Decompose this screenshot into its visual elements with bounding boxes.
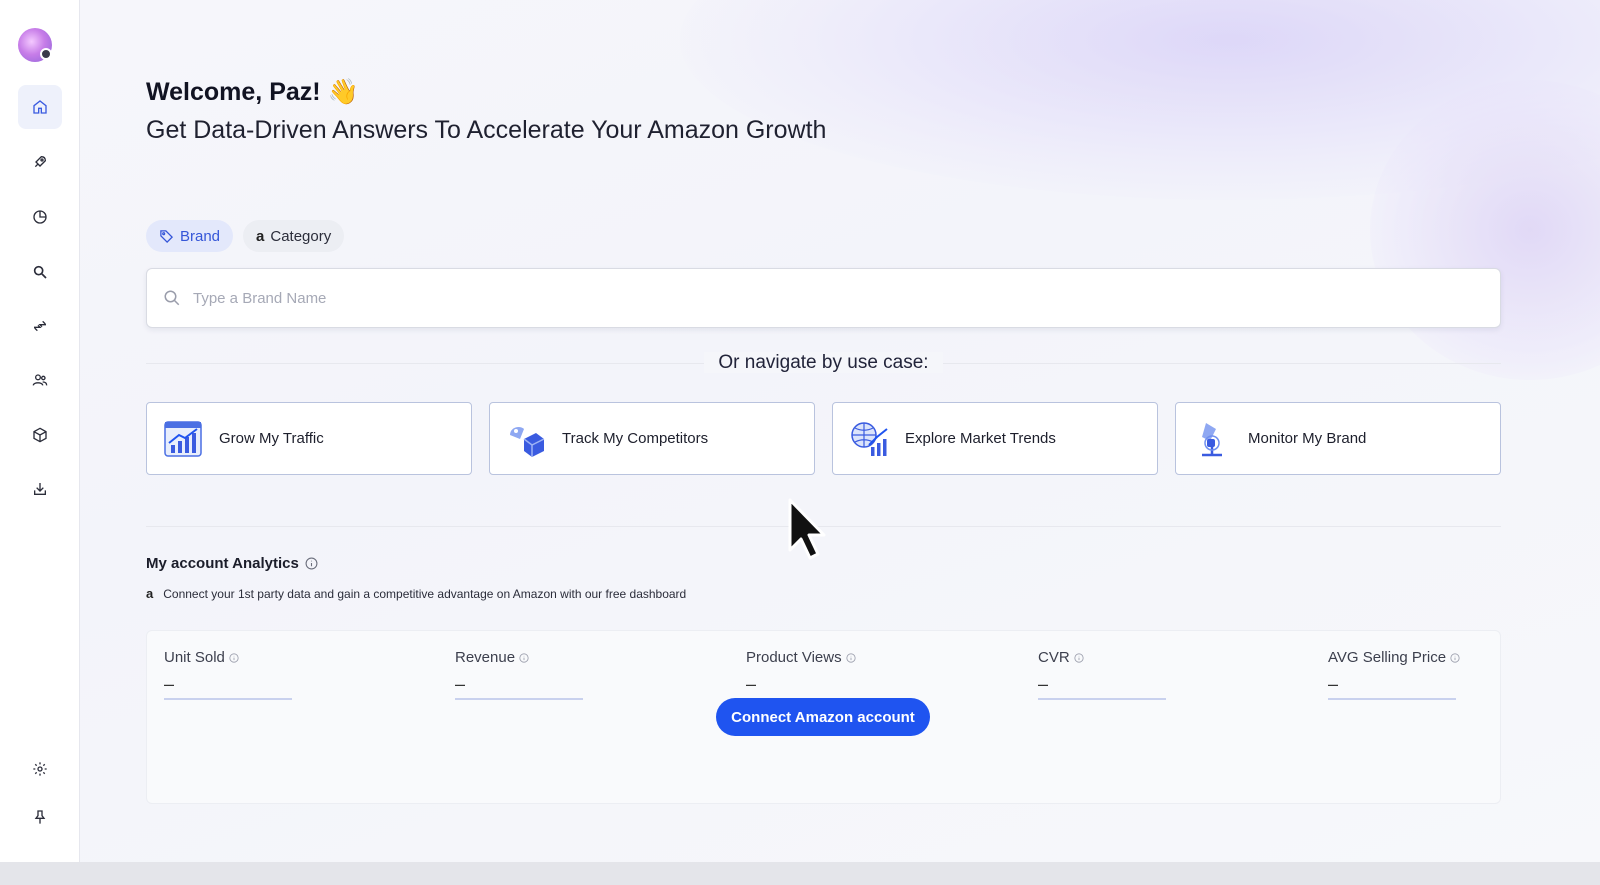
amazon-icon: a [256,227,265,245]
search-icon [164,290,180,306]
brand-search-box[interactable] [146,268,1501,328]
use-case-monitor-brand[interactable]: Monitor My Brand [1175,402,1501,475]
download-icon[interactable] [18,467,62,511]
info-icon[interactable] [305,557,318,570]
metric-label-row: Unit Sold [164,649,384,666]
main-content: Welcome, Paz! 👋 Get Data-Driven Answers … [80,0,1600,885]
tab-brand[interactable]: Brand [146,220,234,252]
tab-brand-label: Brand [180,227,221,245]
metric-label-row: Product Views [746,649,966,666]
metric-sparkline [455,698,583,700]
market-trends-icon [851,421,888,456]
metric-label: Product Views [746,649,842,666]
use-case-label: Track My Competitors [562,430,709,447]
box-icon[interactable] [18,413,62,457]
metric-label: CVR [1038,649,1070,666]
metric-value: – [746,674,757,694]
home-icon[interactable] [18,85,62,129]
metric-avg-selling-price: AVG Selling Price – [1328,649,1548,700]
info-icon[interactable] [1450,652,1460,663]
metric-value: – [1328,674,1339,694]
welcome-heading: Welcome, Paz! 👋 [146,78,359,106]
metric-sparkline [1038,698,1166,700]
metric-unit-sold: Unit Sold – [164,649,384,700]
competitors-icon [510,426,545,457]
tab-category-label: Category [270,227,332,245]
analytics-description: Connect your 1st party data and gain a c… [163,586,687,601]
use-case-track-competitors[interactable]: Track My Competitors [489,402,815,475]
mouse-cursor-icon [788,498,826,560]
use-case-market-trends[interactable]: Explore Market Trends [832,402,1158,475]
info-icon[interactable] [519,652,529,663]
navigate-title: Or navigate by use case: [704,352,943,373]
metric-value: – [455,674,466,694]
metric-label-row: AVG Selling Price [1328,649,1548,666]
tag-icon [160,229,174,243]
metric-label: AVG Selling Price [1328,649,1447,666]
search-icon[interactable] [18,250,62,294]
metric-sparkline [164,698,292,700]
analytics-description-row: a Connect your 1st party data and gain a… [146,586,686,601]
users-icon[interactable] [18,358,62,402]
metric-label-row: CVR [1038,649,1258,666]
use-case-label: Monitor My Brand [1248,430,1367,447]
use-case-label: Explore Market Trends [905,430,1056,447]
navigate-title-row: Or navigate by use case: [146,352,1501,374]
rocket-icon[interactable] [18,140,62,184]
metric-label-row: Revenue [455,649,675,666]
window-bottom-edge [0,862,1600,885]
connect-amazon-button[interactable]: Connect Amazon account [716,698,930,736]
status-badge-icon [40,48,52,60]
use-case-grow-traffic[interactable]: Grow My Traffic [146,402,472,475]
metric-sparkline [1328,698,1456,700]
metric-value: – [164,674,175,694]
info-icon[interactable] [1074,652,1084,663]
search-type-tabs: Brand a Category [146,220,345,252]
metric-cvr: CVR – [1038,649,1258,700]
compare-arrows-icon[interactable] [18,304,62,348]
pin-icon[interactable] [18,795,62,839]
traffic-growth-icon [164,420,202,457]
page-subtitle: Get Data-Driven Answers To Accelerate Yo… [146,116,827,144]
info-icon[interactable] [846,652,856,663]
use-case-cards: Grow My Traffic Track My Competitors Exp… [146,402,1501,475]
metric-label: Revenue [455,649,516,666]
monitor-brand-icon [1202,422,1222,456]
metric-revenue: Revenue – [455,649,675,700]
analytics-title: My account Analytics [146,555,299,572]
tab-category[interactable]: a Category [243,220,345,252]
sidebar [0,0,80,885]
analytics-heading-row: My account Analytics [146,555,318,572]
info-icon[interactable] [229,652,239,663]
use-case-label: Grow My Traffic [219,430,324,447]
metric-value: – [1038,674,1049,694]
brand-search-input[interactable] [193,289,1393,307]
metric-product-views: Product Views – [746,649,966,694]
metric-label: Unit Sold [164,649,225,666]
amazon-icon: a [146,586,154,601]
pie-chart-icon[interactable] [18,195,62,239]
settings-icon[interactable] [18,747,62,791]
